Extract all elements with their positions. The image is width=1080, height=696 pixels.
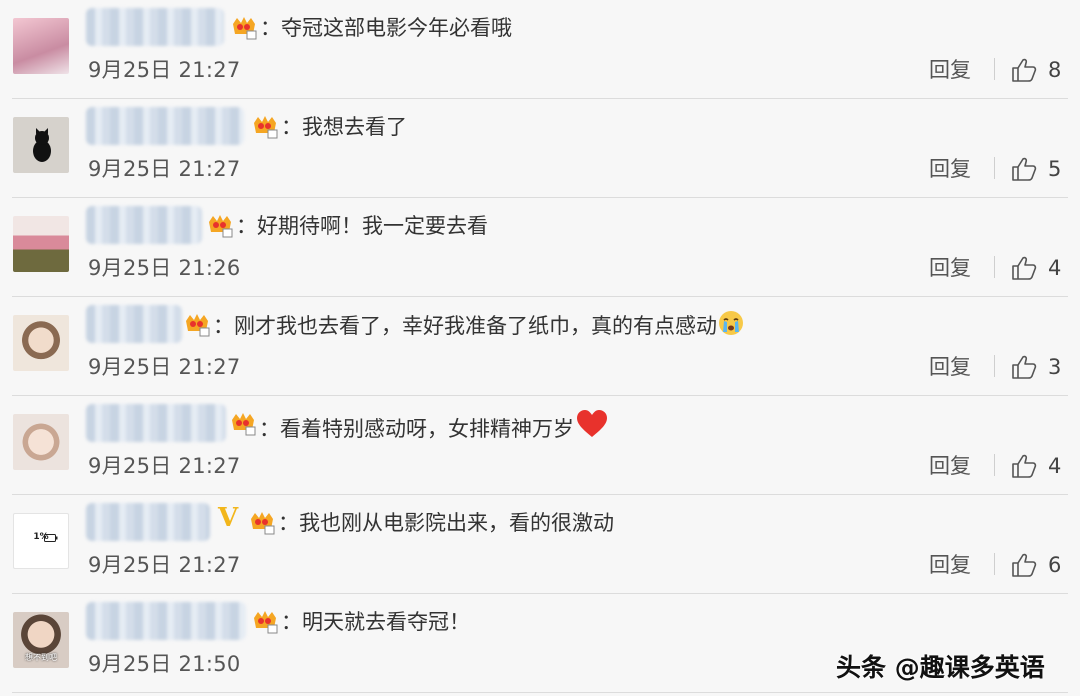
vip-crown-icon: [233, 17, 257, 40]
thumbs-up-icon[interactable]: [1011, 57, 1038, 83]
thumbs-up-icon[interactable]: [1011, 255, 1038, 281]
like-count: 6: [1048, 553, 1062, 577]
avatar[interactable]: 想不到吧: [13, 612, 69, 668]
avatar[interactable]: 1%: [13, 513, 69, 569]
red-heart-icon: [577, 410, 607, 437]
username-blurred[interactable]: [86, 305, 182, 343]
reply-button[interactable]: 回复: [929, 550, 971, 580]
timestamp: 9月25日 21:26: [88, 256, 241, 280]
black-cat-icon: [33, 128, 51, 162]
divider: [994, 58, 995, 80]
avatar-text: 1%: [33, 532, 49, 542]
vip-crown-icon: [232, 413, 256, 436]
vip-crown-icon: [254, 611, 278, 634]
timestamp: 9月25日 21:27: [88, 355, 241, 379]
avatar-text: 想不到吧: [25, 653, 57, 662]
username-blurred[interactable]: [86, 404, 226, 442]
row-divider: [12, 692, 1068, 693]
comment-item: ：我想去看了 9月25日 21:27 回复 5: [0, 99, 1080, 198]
vip-crown-icon: [251, 512, 275, 535]
like-count: 3: [1048, 355, 1062, 379]
divider: [994, 454, 995, 476]
vip-crown-icon: [254, 116, 278, 139]
comment-item: 1% V ：我也刚从电影院出来，看的很激动 9月25日 21:27 回复 6: [0, 495, 1080, 594]
comment-item: ：刚才我也去看了，幸好我准备了纸巾，真的有点感动 9月25日 21:27 回复 …: [0, 297, 1080, 396]
reply-button[interactable]: 回复: [929, 451, 971, 481]
thumbs-up-icon[interactable]: [1011, 354, 1038, 380]
divider: [994, 553, 995, 575]
username-blurred[interactable]: [86, 602, 246, 640]
avatar[interactable]: [13, 315, 69, 371]
timestamp: 9月25日 21:27: [88, 454, 241, 478]
timestamp: 9月25日 21:27: [88, 157, 241, 181]
comment-item: ：夺冠这部电影今年必看哦 9月25日 21:27 回复 8: [0, 0, 1080, 99]
comment-list: ：夺冠这部电影今年必看哦 9月25日 21:27 回复 8 ：我想去看了 9月2…: [0, 0, 1080, 696]
like-count: 5: [1048, 157, 1062, 181]
reply-button[interactable]: 回复: [929, 352, 971, 382]
avatar[interactable]: [13, 216, 69, 272]
timestamp: 9月25日 21:50: [88, 652, 241, 676]
like-count: 8: [1048, 58, 1062, 82]
avatar[interactable]: [13, 414, 69, 470]
like-button[interactable]: [1011, 154, 1038, 184]
divider: [994, 157, 995, 179]
comment-text-content: ：刚才我也去看了，幸好我准备了纸巾，真的有点感动: [213, 314, 717, 338]
like-button[interactable]: [1011, 550, 1038, 580]
like-button[interactable]: [1011, 253, 1038, 283]
like-button[interactable]: [1011, 451, 1038, 481]
comment-item: ：看着特别感动呀，女排精神万岁 9月25日 21:27 回复 4: [0, 396, 1080, 495]
verified-v-badge: V: [218, 503, 239, 533]
comment-text: ：我也刚从电影院出来，看的很激动: [278, 511, 614, 535]
thumbs-up-icon[interactable]: [1011, 552, 1038, 578]
divider: [994, 256, 995, 278]
like-button[interactable]: [1011, 352, 1038, 382]
avatar[interactable]: [13, 117, 69, 173]
thumbs-up-icon[interactable]: [1011, 156, 1038, 182]
comment-text: ：好期待啊！我一定要去看: [236, 214, 488, 238]
timestamp: 9月25日 21:27: [88, 58, 241, 82]
comment-text: ：刚才我也去看了，幸好我准备了纸巾，真的有点感动: [213, 310, 744, 341]
comment-item: ：好期待啊！我一定要去看 9月25日 21:26 回复 4: [0, 198, 1080, 297]
avatar[interactable]: [13, 18, 69, 74]
comment-text: ：我想去看了: [281, 115, 407, 139]
like-button[interactable]: [1011, 55, 1038, 85]
thumbs-up-icon[interactable]: [1011, 453, 1038, 479]
username-blurred[interactable]: [86, 503, 210, 541]
comment-text: ：夺冠这部电影今年必看哦: [260, 16, 512, 40]
reply-button[interactable]: 回复: [929, 154, 971, 184]
username-blurred[interactable]: [86, 107, 244, 145]
crying-emoji-icon: [719, 311, 743, 335]
vip-crown-icon: [186, 314, 210, 337]
comment-text-content: ：看着特别感动呀，女排精神万岁: [259, 417, 574, 441]
vip-crown-icon: [209, 215, 233, 238]
battery-icon: [44, 534, 58, 542]
divider: [994, 355, 995, 377]
reply-button[interactable]: 回复: [929, 55, 971, 85]
like-count: 4: [1048, 256, 1062, 280]
timestamp: 9月25日 21:27: [88, 553, 241, 577]
like-count: 4: [1048, 454, 1062, 478]
watermark: 头条 @趣课多英语: [836, 653, 1045, 682]
comment-text: ：明天就去看夺冠！: [281, 610, 470, 634]
comment-text: ：看着特别感动呀，女排精神万岁: [259, 409, 609, 444]
username-blurred[interactable]: [86, 206, 202, 244]
reply-button[interactable]: 回复: [929, 253, 971, 283]
username-blurred[interactable]: [86, 8, 224, 46]
